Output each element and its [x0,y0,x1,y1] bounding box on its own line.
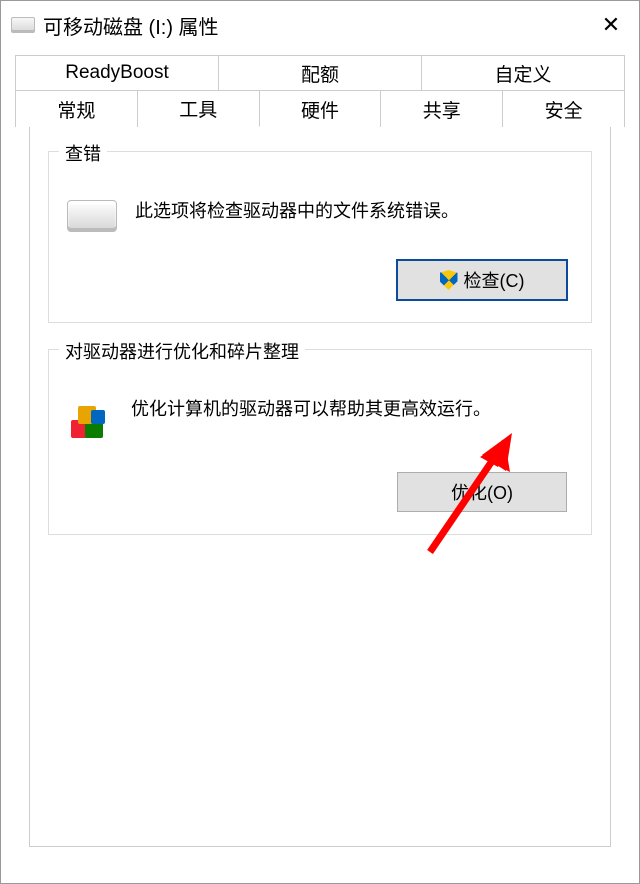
group-optimize: 对驱动器进行优化和碎片整理 优化计算机的驱动器可以帮助其更高效运行。 优化(O) [48,349,592,535]
properties-dialog: 可移动磁盘 (I:) 属性 ✕ ReadyBoost 配额 自定义 常规 工具 … [0,0,640,884]
optimize-button-label: 优化(O) [451,479,513,505]
drive-big-icon [67,200,117,232]
check-button[interactable]: 检查(C) [397,260,567,300]
tab-label: 配额 [301,60,339,87]
tab-label: 安全 [545,96,583,123]
window-title: 可移动磁盘 (I:) 属性 [43,11,219,40]
group-check-errors: 查错 此选项将检查驱动器中的文件系统错误。 检查(C) [48,151,592,323]
tab-security[interactable]: 安全 [503,91,625,127]
tab-label: 自定义 [494,60,551,87]
tab-tools[interactable]: 工具 [138,91,260,127]
tab-row-bottom: 常规 工具 硬件 共享 安全 [15,91,625,127]
tab-label: 常规 [57,96,95,123]
titlebar: 可移动磁盘 (I:) 属性 ✕ [1,1,639,49]
tab-row-top: ReadyBoost 配额 自定义 [15,55,625,91]
shield-icon [440,270,458,290]
check-button-label: 检查(C) [464,267,525,293]
tab-area: ReadyBoost 配额 自定义 常规 工具 硬件 共享 安全 查错 此选项将… [15,55,625,847]
tab-label: 硬件 [301,96,339,123]
tab-label: 共享 [423,96,461,123]
tab-quota[interactable]: 配额 [219,55,422,91]
group-title: 对驱动器进行优化和碎片整理 [59,338,305,364]
tab-label: 工具 [179,95,217,122]
tools-panel: 查错 此选项将检查驱动器中的文件系统错误。 检查(C) 对驱动器进行优化和碎片整… [29,127,611,847]
optimize-button[interactable]: 优化(O) [397,472,567,512]
tab-sharing[interactable]: 共享 [381,91,503,127]
optimize-icon [67,398,113,444]
check-desc: 此选项将检查驱动器中的文件系统错误。 [135,198,573,225]
tab-general[interactable]: 常规 [15,91,138,127]
drive-icon [11,17,35,33]
tab-hardware[interactable]: 硬件 [260,91,382,127]
tab-label: ReadyBoost [65,62,169,84]
group-title: 查错 [59,140,107,166]
optimize-desc: 优化计算机的驱动器可以帮助其更高效运行。 [131,396,573,423]
close-button[interactable]: ✕ [587,5,635,45]
tab-custom[interactable]: 自定义 [422,55,625,91]
tab-readyboost[interactable]: ReadyBoost [15,55,219,91]
